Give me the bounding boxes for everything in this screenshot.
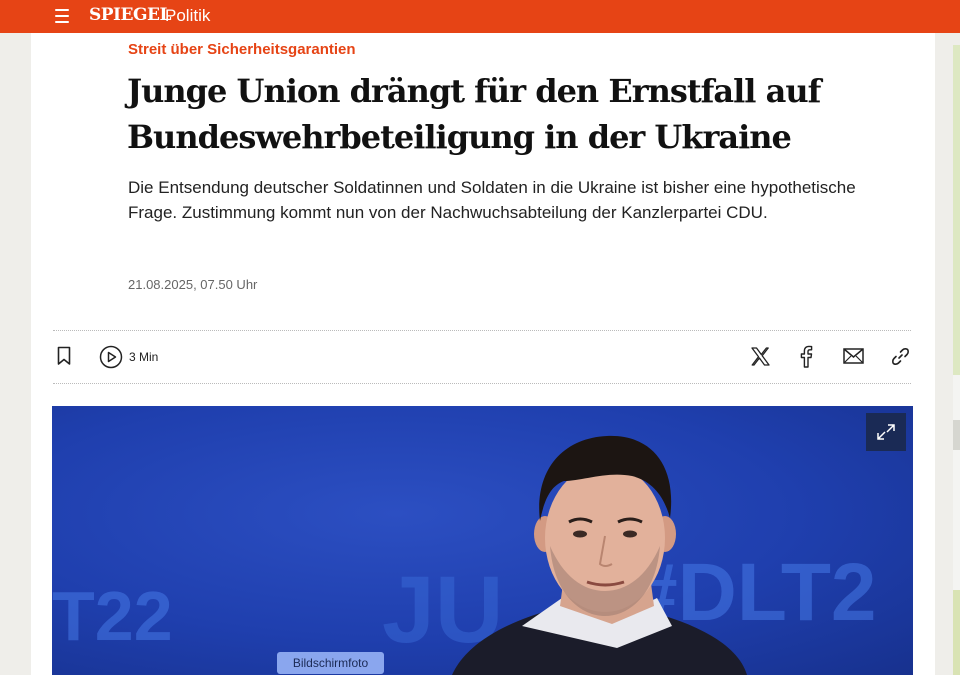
read-time[interactable]: 3 Min [129, 350, 158, 364]
facebook-icon[interactable] [799, 345, 813, 368]
publish-date: 21.08.2025, 07.50 Uhr [128, 277, 258, 292]
mail-icon[interactable] [843, 348, 864, 364]
top-navigation-bar: SPIEGEL Politik [0, 0, 960, 33]
expand-image-button[interactable] [866, 413, 906, 451]
toolbar-divider-bottom [53, 383, 911, 384]
hero-image[interactable]: T22 JU #DLT2 [52, 406, 913, 675]
link-icon[interactable] [891, 347, 910, 366]
right-sidebar-strip [953, 45, 960, 675]
x-icon[interactable] [751, 347, 770, 366]
article-kicker: Streit über Sicherheitsgarantien [128, 41, 356, 58]
hamburger-menu-icon[interactable] [55, 9, 69, 23]
section-label[interactable]: Politik [165, 6, 210, 26]
article-headline: Junge Union drängt für den Ernstfall auf… [127, 72, 821, 156]
play-icon[interactable] [99, 345, 123, 369]
article-lead: Die Entsendung deutscher Soldatinnen und… [128, 178, 856, 222]
bookmark-icon[interactable] [57, 346, 71, 366]
expand-icon [877, 424, 895, 440]
image-caption-badge: Bildschirmfoto [277, 652, 384, 674]
person-illustration [452, 435, 747, 675]
hero-background-text-left: T22 [52, 577, 173, 655]
toolbar-divider-top [53, 330, 911, 331]
spiegel-logo[interactable]: SPIEGEL [89, 5, 171, 25]
